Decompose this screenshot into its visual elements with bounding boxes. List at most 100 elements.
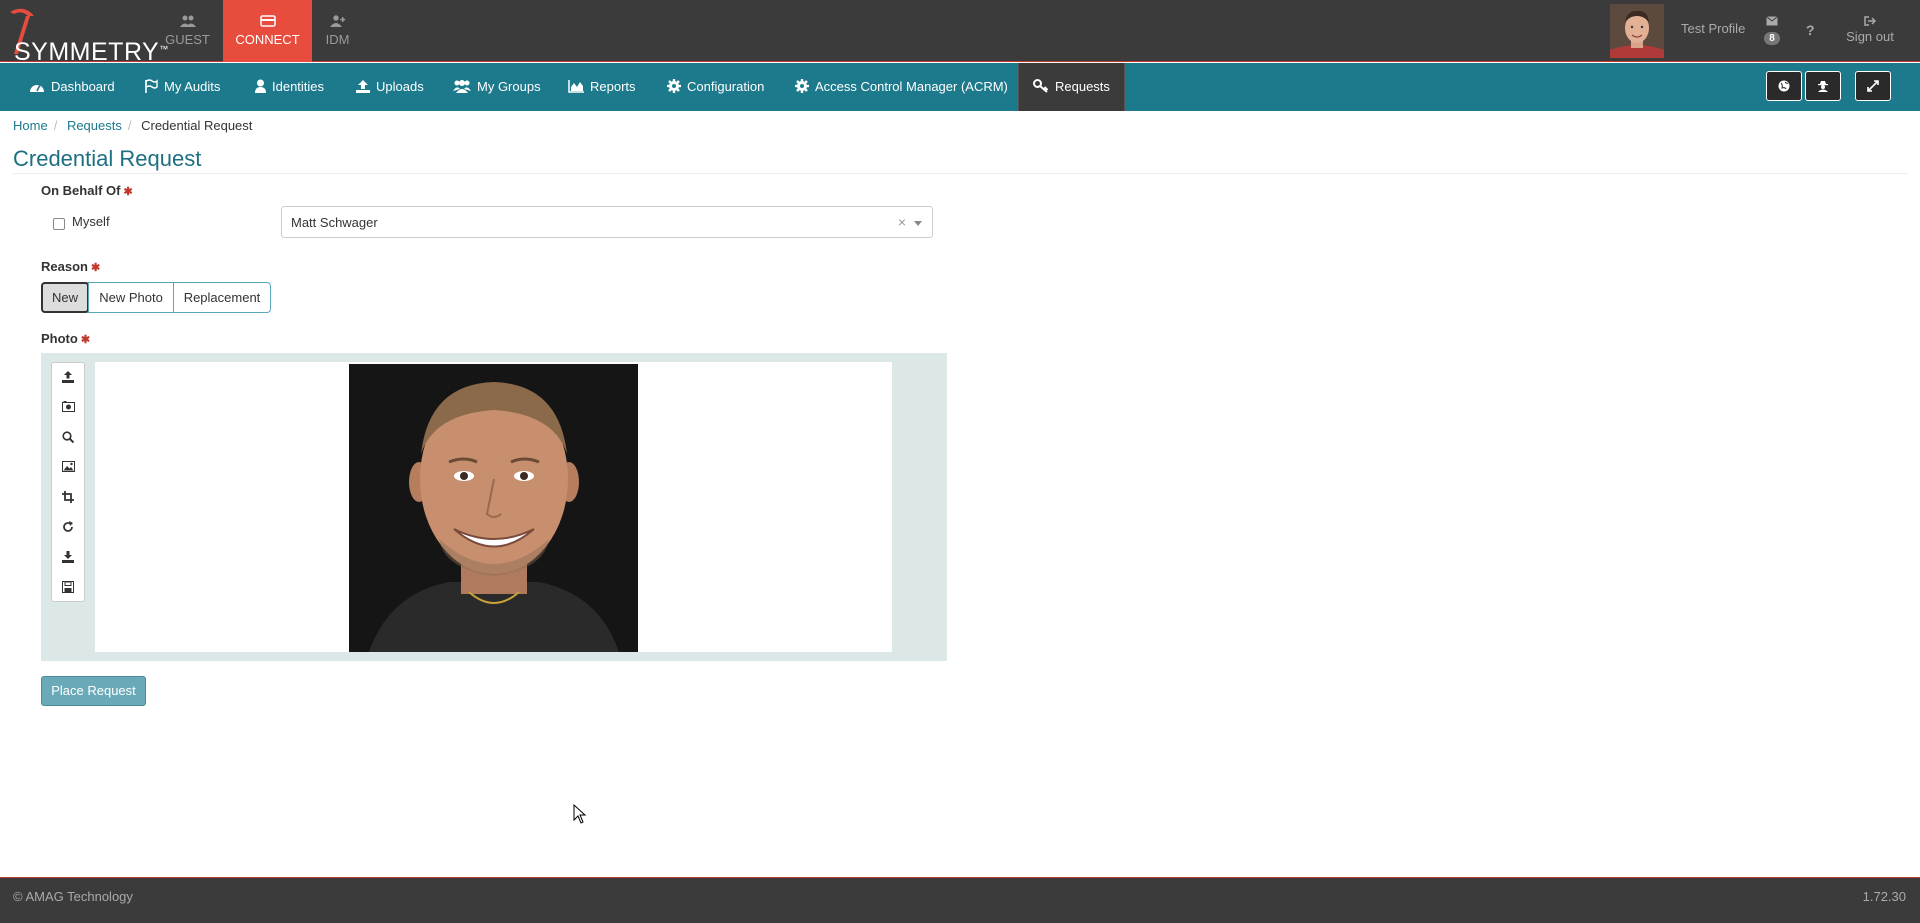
- reason-option-new-photo[interactable]: New Photo: [88, 282, 174, 313]
- breadcrumb-home[interactable]: Home: [13, 118, 48, 133]
- avatar-portrait: [1610, 4, 1664, 58]
- required-asterisk: ✱: [123, 186, 133, 198]
- save-icon: [62, 581, 74, 593]
- nav-my-groups[interactable]: My Groups: [453, 63, 541, 111]
- credential-photo: [349, 364, 638, 652]
- mouse-cursor-icon: [573, 804, 587, 824]
- reason-label: Reason ✱: [41, 259, 100, 274]
- rotate-icon: [63, 521, 73, 532]
- nav-uploads[interactable]: Uploads: [356, 63, 424, 111]
- nav-label: Dashboard: [51, 79, 115, 94]
- required-asterisk: ✱: [90, 262, 101, 274]
- myself-label[interactable]: Myself: [72, 214, 110, 229]
- globe-icon: [1778, 80, 1790, 92]
- upload-icon: [62, 371, 74, 383]
- reason-option-label: Replacement: [183, 290, 261, 305]
- rotate-button[interactable]: [52, 513, 84, 543]
- globe-button[interactable]: [1766, 71, 1802, 101]
- title-divider: [13, 173, 1908, 174]
- fullscreen-button[interactable]: [1855, 71, 1891, 101]
- photo-label: Photo ✱: [41, 331, 90, 346]
- nav-label: Uploads: [376, 79, 424, 94]
- user-secret-button[interactable]: [1805, 71, 1841, 101]
- upload-photo-button[interactable]: [52, 363, 84, 393]
- group-icon: [453, 80, 471, 93]
- crop-button[interactable]: [52, 483, 84, 513]
- sign-out-button[interactable]: Sign out: [1838, 14, 1902, 44]
- users-icon: [179, 15, 196, 27]
- photo-toolbar: [51, 362, 85, 602]
- user-secret-icon: [1818, 81, 1828, 92]
- reason-option-label: New Photo: [99, 290, 163, 305]
- myself-checkbox[interactable]: [53, 218, 65, 230]
- portrait-image: [349, 364, 638, 652]
- nav-label: Configuration: [687, 79, 765, 94]
- profile-name[interactable]: Test Profile: [1681, 21, 1745, 36]
- person-select-value: Matt Schwager: [291, 215, 378, 230]
- gear-icon: [667, 79, 681, 93]
- nav-identities[interactable]: Identities: [255, 63, 324, 111]
- nav-label: Identities: [272, 79, 325, 94]
- nav-dashboard[interactable]: Dashboard: [29, 63, 115, 111]
- sign-out-label: Sign out: [1846, 29, 1894, 44]
- search-icon: [62, 431, 74, 443]
- page-title: Credential Request: [13, 146, 202, 171]
- chevron-down-icon[interactable]: [914, 221, 922, 226]
- app-tab-label: IDM: [325, 32, 350, 47]
- help-button[interactable]: ?: [1806, 22, 1815, 38]
- nav-my-audits[interactable]: My Audits: [144, 63, 220, 111]
- message-count-badge: 8: [1764, 32, 1780, 45]
- brand-name: SYMMETRY: [14, 38, 160, 66]
- area-chart-icon: [568, 80, 584, 93]
- photo-text: Photo: [41, 331, 78, 346]
- breadcrumb-requests[interactable]: Requests: [67, 118, 122, 133]
- save-button[interactable]: [52, 573, 84, 603]
- crop-icon: [62, 491, 74, 503]
- reason-text: Reason: [41, 259, 88, 274]
- symmetry-logo[interactable]: SYMMETRY™: [6, 6, 168, 66]
- nav-requests[interactable]: Requests: [1018, 63, 1125, 111]
- place-request-button[interactable]: Place Request: [41, 676, 146, 706]
- version-text: 1.72.30: [1862, 889, 1906, 904]
- reason-new-active[interactable]: New: [41, 282, 89, 313]
- upload-icon: [356, 80, 370, 93]
- app-tab-guest[interactable]: GUEST: [143, 0, 232, 62]
- nav-label: My Audits: [164, 79, 221, 94]
- nav-reports[interactable]: Reports: [568, 63, 636, 111]
- nav-acrm[interactable]: Access Control Manager (ACRM): [795, 63, 1008, 111]
- avatar[interactable]: [1610, 4, 1664, 58]
- envelope-icon: [1766, 16, 1778, 26]
- on-behalf-of-label: On Behalf Of ✱: [41, 183, 133, 198]
- credit-card-icon: [259, 15, 276, 27]
- tachometer-icon: [30, 84, 44, 92]
- nav-configuration[interactable]: Configuration: [667, 63, 764, 111]
- clear-selection-icon[interactable]: ×: [898, 214, 906, 230]
- download-icon: [62, 551, 74, 563]
- image-icon: [62, 461, 75, 472]
- copyright-text: © AMAG Technology: [13, 889, 133, 904]
- app-tab-idm[interactable]: IDM: [293, 0, 382, 62]
- nav-label: Reports: [590, 79, 636, 94]
- required-asterisk: ✱: [80, 334, 91, 346]
- reason-option-replacement[interactable]: Replacement: [173, 282, 271, 313]
- breadcrumb-current: Credential Request: [141, 118, 253, 133]
- top-bar: SYMMETRY™ GUEST CONNECT IDM Test Profile…: [0, 0, 1920, 66]
- user-plus-icon: [329, 15, 345, 27]
- image-button[interactable]: [52, 453, 84, 483]
- gear-icon: [795, 79, 809, 93]
- nav-label: My Groups: [477, 79, 541, 94]
- main-nav: Dashboard My Audits Identities Uploads M…: [0, 63, 1920, 111]
- person-select[interactable]: Matt Schwager ×: [281, 206, 933, 238]
- nav-label: Access Control Manager (ACRM): [815, 79, 1008, 94]
- reason-option-label: New: [51, 290, 78, 305]
- download-button[interactable]: [52, 543, 84, 573]
- expand-icon: [1867, 80, 1879, 92]
- camera-capture-button[interactable]: [52, 393, 84, 423]
- footer: © AMAG Technology 1.72.30: [0, 877, 1920, 923]
- user-icon: [255, 79, 266, 93]
- messages-button[interactable]: 8: [1760, 14, 1784, 45]
- flag-icon: [145, 79, 158, 93]
- zoom-button[interactable]: [52, 423, 84, 453]
- nav-label: Requests: [1055, 79, 1110, 94]
- on-behalf-of-text: On Behalf Of: [41, 183, 121, 198]
